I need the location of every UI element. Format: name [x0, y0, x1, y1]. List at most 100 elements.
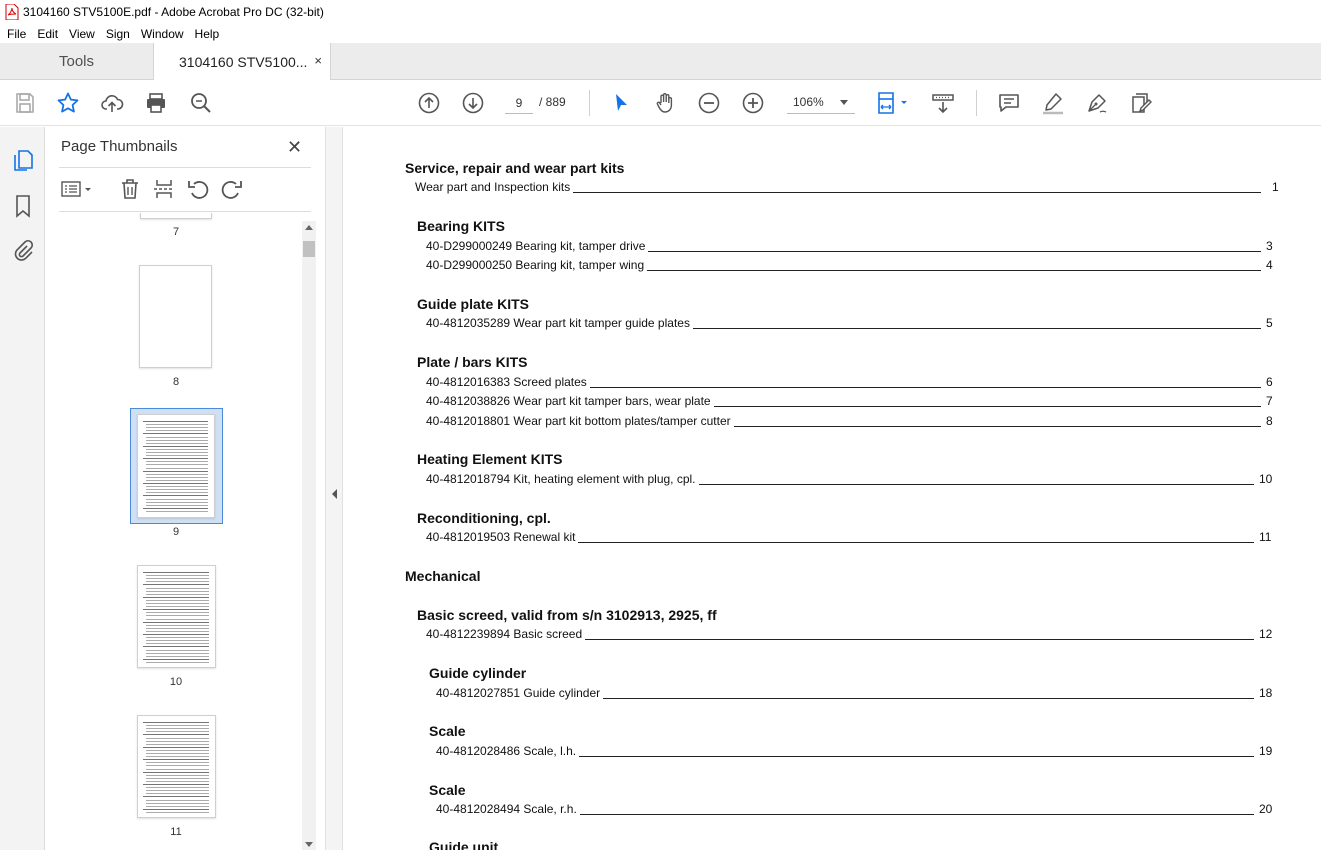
- zoom-in-icon[interactable]: [741, 91, 765, 115]
- page-total: / 889: [539, 95, 566, 109]
- thumbnail-text-line: [146, 777, 209, 779]
- rotate-clockwise-icon[interactable]: [220, 177, 244, 201]
- highlight-pen-icon[interactable]: [1041, 91, 1065, 115]
- pane-splitter[interactable]: [325, 127, 343, 850]
- menu-edit[interactable]: Edit: [37, 27, 58, 41]
- scroll-down-icon[interactable]: [305, 842, 313, 847]
- thumbnail-page-7[interactable]: [140, 213, 212, 219]
- menu-file[interactable]: File: [7, 27, 26, 41]
- thumbnail-text-line: [146, 603, 209, 604]
- close-icon[interactable]: ✕: [287, 137, 302, 158]
- thumbnail-text-line: [143, 596, 209, 598]
- save-icon[interactable]: [13, 91, 37, 115]
- pane-divider: [59, 211, 311, 212]
- toc-entry[interactable]: 40-4812018794 Kit, heating element with …: [426, 472, 1279, 488]
- scrollbar-thumb[interactable]: [303, 241, 315, 257]
- delete-page-icon[interactable]: [118, 177, 142, 201]
- tab-bar: Tools 3104160 STV5100... ×: [0, 43, 1321, 81]
- thumbnail-text-line: [146, 740, 209, 742]
- select-cursor-icon[interactable]: [609, 91, 633, 115]
- thumbnail-text-line: [143, 421, 208, 422]
- find-zoom-icon[interactable]: [189, 91, 213, 115]
- page-thumbnails-icon[interactable]: [10, 147, 36, 173]
- thumbnail-page-11[interactable]: [137, 715, 216, 818]
- extract-pages-icon[interactable]: [152, 177, 176, 201]
- tab-document[interactable]: 3104160 STV5100... ×: [153, 43, 331, 81]
- toc-entry[interactable]: 40-4812016383 Screed plates 6: [426, 375, 1286, 391]
- toc-entry[interactable]: 40-4812035289 Wear part kit tamper guide…: [426, 316, 1286, 332]
- upload-cloud-icon[interactable]: [100, 91, 124, 115]
- thumbnail-text-line: [146, 464, 208, 466]
- bookmarks-icon[interactable]: [10, 193, 36, 219]
- thumbnail-text-line: [146, 599, 209, 601]
- fit-page-icon[interactable]: [875, 91, 911, 115]
- zoom-level-value: 106%: [793, 95, 824, 109]
- scroll-mode-icon[interactable]: [931, 91, 955, 115]
- thumbnail-text-line: [143, 808, 209, 810]
- menu-help[interactable]: Help: [195, 27, 220, 41]
- thumbnail-text-line: [146, 587, 209, 589]
- thumbnail-text-line: [146, 504, 208, 506]
- thumbnail-label: 8: [172, 376, 180, 388]
- menu-window[interactable]: Window: [141, 27, 184, 41]
- zoom-out-icon[interactable]: [697, 91, 721, 115]
- toc-entry[interactable]: 40-D299000250 Bearing kit, tamper wing 4: [426, 258, 1286, 274]
- toc-entry-title: 40-4812038826 Wear part kit tamper bars,…: [426, 394, 714, 408]
- toc-heading: Basic screed, valid from s/n 3102913, 29…: [417, 607, 717, 623]
- toc-heading: Bearing KITS: [417, 218, 505, 234]
- toc-entry[interactable]: 40-4812239894 Basic screed 12: [426, 627, 1279, 643]
- print-icon[interactable]: [144, 91, 168, 115]
- toc-entry[interactable]: Wear part and Inspection kits 1: [415, 180, 1292, 196]
- thumbnail-text-line: [146, 811, 209, 813]
- thumbnail-page-10[interactable]: [137, 565, 216, 668]
- pane-divider: [59, 167, 311, 168]
- thumbnail-scrollbar[interactable]: [302, 221, 316, 850]
- menu-sign[interactable]: Sign: [106, 27, 130, 41]
- toc-entry[interactable]: 40-4812028494 Scale, r.h. 20: [436, 802, 1279, 818]
- thumbnail-text-line: [146, 731, 209, 733]
- thumbnail-text-line: [146, 439, 208, 441]
- toc-entry[interactable]: 40-4812038826 Wear part kit tamper bars,…: [426, 394, 1286, 410]
- toc-entry[interactable]: 40-4812027851 Guide cylinder 18: [436, 686, 1279, 702]
- options-menu-icon[interactable]: [59, 177, 95, 201]
- scroll-up-icon[interactable]: [305, 225, 313, 230]
- toc-entry[interactable]: 40-D299000249 Bearing kit, tamper drive 3: [426, 239, 1286, 255]
- thumbnail-text-line: [143, 609, 209, 611]
- toc-entry[interactable]: 40-4812028486 Scale, l.h. 19: [436, 744, 1279, 760]
- toc-page-number: 1: [1272, 180, 1279, 194]
- previous-page-icon[interactable]: [417, 91, 441, 115]
- attachments-icon[interactable]: [10, 238, 36, 264]
- toc-entry[interactable]: 40-4812019503 Renewal kit 11: [426, 530, 1279, 546]
- page-thumbnails-pane: Page Thumbnails ✕ 7 8 9 10 11: [45, 127, 325, 850]
- thumbnail-text-line: [146, 427, 208, 429]
- toc-heading: Guide cylinder: [429, 665, 527, 681]
- zoom-level-dropdown[interactable]: 106%: [787, 92, 855, 114]
- tab-tools[interactable]: Tools: [0, 43, 153, 80]
- thumbnail-text-line: [146, 762, 209, 764]
- bookmark-star-icon[interactable]: [56, 91, 80, 115]
- edit-document-icon[interactable]: [1129, 91, 1153, 115]
- thumbnail-text-line: [146, 728, 209, 730]
- toc-entry-title: 40-4812019503 Renewal kit: [426, 530, 579, 544]
- comment-icon[interactable]: [997, 91, 1021, 115]
- thumbnail-text-line: [143, 584, 209, 586]
- hand-tool-icon[interactable]: [653, 91, 677, 115]
- window-title: 3104160 STV5100E.pdf - Adobe Acrobat Pro…: [23, 5, 324, 19]
- thumbnail-text-line: [146, 640, 209, 642]
- thumbnail-label: 10: [169, 676, 183, 688]
- page-number-input[interactable]: [505, 92, 533, 114]
- thumbnail-page-9[interactable]: [137, 414, 215, 518]
- next-page-icon[interactable]: [461, 91, 485, 115]
- thumbnail-text-line: [146, 473, 208, 475]
- thumbnail-text-line: [146, 749, 209, 751]
- menu-view[interactable]: View: [69, 27, 95, 41]
- toc-entry[interactable]: 40-4812018801 Wear part kit bottom plate…: [426, 414, 1286, 430]
- thumbnail-page-8[interactable]: [139, 265, 212, 368]
- tab-close-icon[interactable]: ×: [314, 53, 322, 68]
- thumbnail-text-line: [146, 578, 209, 580]
- rotate-counterclockwise-icon[interactable]: [186, 177, 210, 201]
- toc-page-number: 11: [1259, 530, 1272, 544]
- draw-pen-icon[interactable]: [1085, 91, 1109, 115]
- collapse-pane-icon[interactable]: [332, 489, 337, 499]
- toc-entry-title: 40-4812018794 Kit, heating element with …: [426, 472, 699, 486]
